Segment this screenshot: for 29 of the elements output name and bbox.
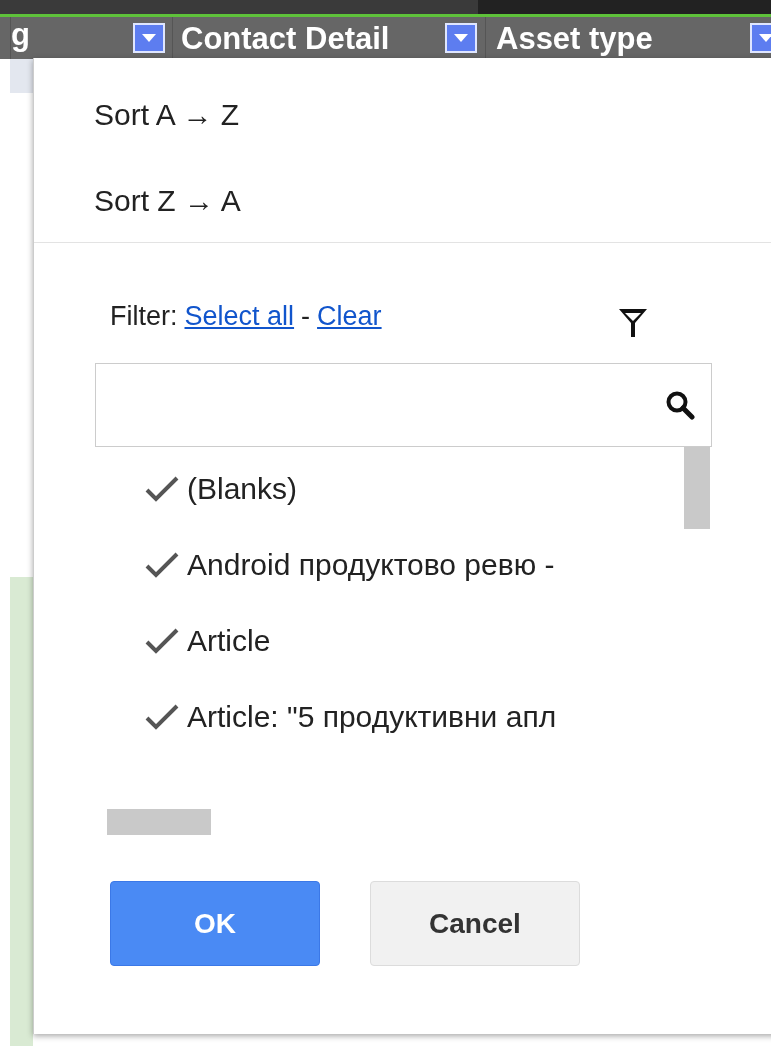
filter-label: Filter: <box>110 300 178 332</box>
select-all-link[interactable]: Select all <box>184 300 295 332</box>
separator-text: - <box>301 300 311 332</box>
checkmark-icon <box>145 703 179 731</box>
column-title: Asset type <box>496 21 653 57</box>
column-title: Contact Detail <box>181 21 390 57</box>
sort-menu-item[interactable]: Sort A → Z <box>94 98 240 132</box>
checkmark-icon <box>145 551 179 579</box>
sort-menu-item[interactable]: Sort Z → A <box>94 184 241 218</box>
column-title: g <box>11 17 30 53</box>
filter-option[interactable]: Article: "5 продуктивни апл <box>95 699 557 735</box>
scrollbar-thumb[interactable] <box>107 809 211 835</box>
filter-option[interactable]: (Blanks) <box>95 471 298 507</box>
filter-icon[interactable] <box>618 307 648 339</box>
search-field[interactable] <box>95 363 712 447</box>
search-icon <box>665 390 695 420</box>
clear-link[interactable]: Clear <box>317 300 382 332</box>
cancel-button[interactable]: Cancel <box>370 881 580 966</box>
column-menu-button[interactable] <box>133 23 165 53</box>
scrollbar-thumb[interactable] <box>684 447 710 529</box>
filter-option[interactable]: Android продуктово ревю - <box>95 547 555 583</box>
checkmark-icon <box>145 475 179 503</box>
filter-option[interactable]: Article <box>95 623 271 659</box>
column-menu-button[interactable] <box>445 23 477 53</box>
checkmark-icon <box>145 627 179 655</box>
caret-icon <box>142 34 156 42</box>
caret-icon <box>454 34 468 42</box>
caret-icon <box>759 34 771 42</box>
cell-background <box>10 59 33 93</box>
